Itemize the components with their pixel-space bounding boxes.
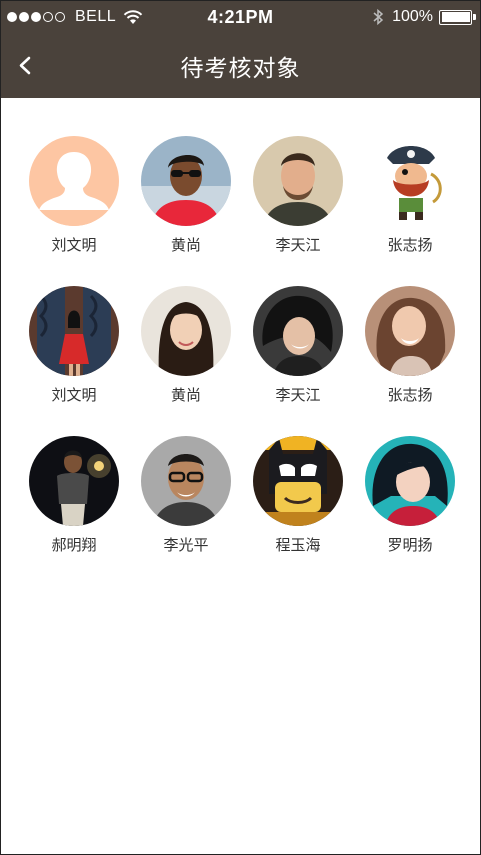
person-card[interactable]: 黄尚 <box>130 286 242 405</box>
avatar-lego <box>253 436 343 526</box>
person-card[interactable]: 张志扬 <box>354 286 466 405</box>
person-name: 张志扬 <box>387 387 433 404</box>
person-card[interactable]: 李天江 <box>242 136 354 255</box>
battery-icon <box>439 9 476 25</box>
person-card[interactable]: 张志扬 <box>354 136 466 255</box>
person-card[interactable]: 刘文明 <box>18 286 130 405</box>
person-name: 李天江 <box>275 387 321 404</box>
bluetooth-icon <box>373 8 384 26</box>
phone-screen: BELL 4:21PM 100% 待考核对象 刘文明 黄尚 李天江 张志扬 刘文… <box>0 0 481 855</box>
avatar-photo <box>253 136 343 226</box>
person-card[interactable]: 罗明扬 <box>354 436 466 555</box>
status-bar: BELL 4:21PM 100% <box>1 1 480 35</box>
person-name: 李天江 <box>275 237 321 254</box>
navigation-bar: 待考核对象 <box>1 35 480 98</box>
top-bar: BELL 4:21PM 100% 待考核对象 <box>1 1 480 98</box>
person-card[interactable]: 郝明翔 <box>18 436 130 555</box>
avatar-photo <box>29 436 119 526</box>
person-card[interactable]: 程玉海 <box>242 436 354 555</box>
person-name: 郝明翔 <box>51 537 97 554</box>
person-name: 程玉海 <box>275 537 321 554</box>
person-name: 李光平 <box>163 537 209 554</box>
person-card[interactable]: 黄尚 <box>130 136 242 255</box>
person-name: 张志扬 <box>387 237 433 254</box>
avatar-photo <box>29 286 119 376</box>
page-title: 待考核对象 <box>180 55 301 81</box>
person-name: 罗明扬 <box>387 537 433 554</box>
person-card[interactable]: 李光平 <box>130 436 242 555</box>
person-card[interactable]: 李天江 <box>242 286 354 405</box>
avatar-default <box>29 136 119 226</box>
person-name: 刘文明 <box>51 237 97 254</box>
avatar-photo <box>141 286 231 376</box>
person-name: 黄尚 <box>170 237 201 254</box>
avatar-photo <box>365 286 455 376</box>
avatar-photo <box>365 436 455 526</box>
status-right: 100% <box>372 8 476 26</box>
person-name: 黄尚 <box>170 387 201 404</box>
person-card[interactable]: 刘文明 <box>18 136 130 255</box>
avatar-pirate <box>365 136 455 226</box>
avatar-photo <box>141 436 231 526</box>
avatar-photo <box>141 136 231 226</box>
avatar-photo <box>253 286 343 376</box>
battery-percent: 100% <box>392 8 433 25</box>
person-name: 刘文明 <box>51 387 97 404</box>
